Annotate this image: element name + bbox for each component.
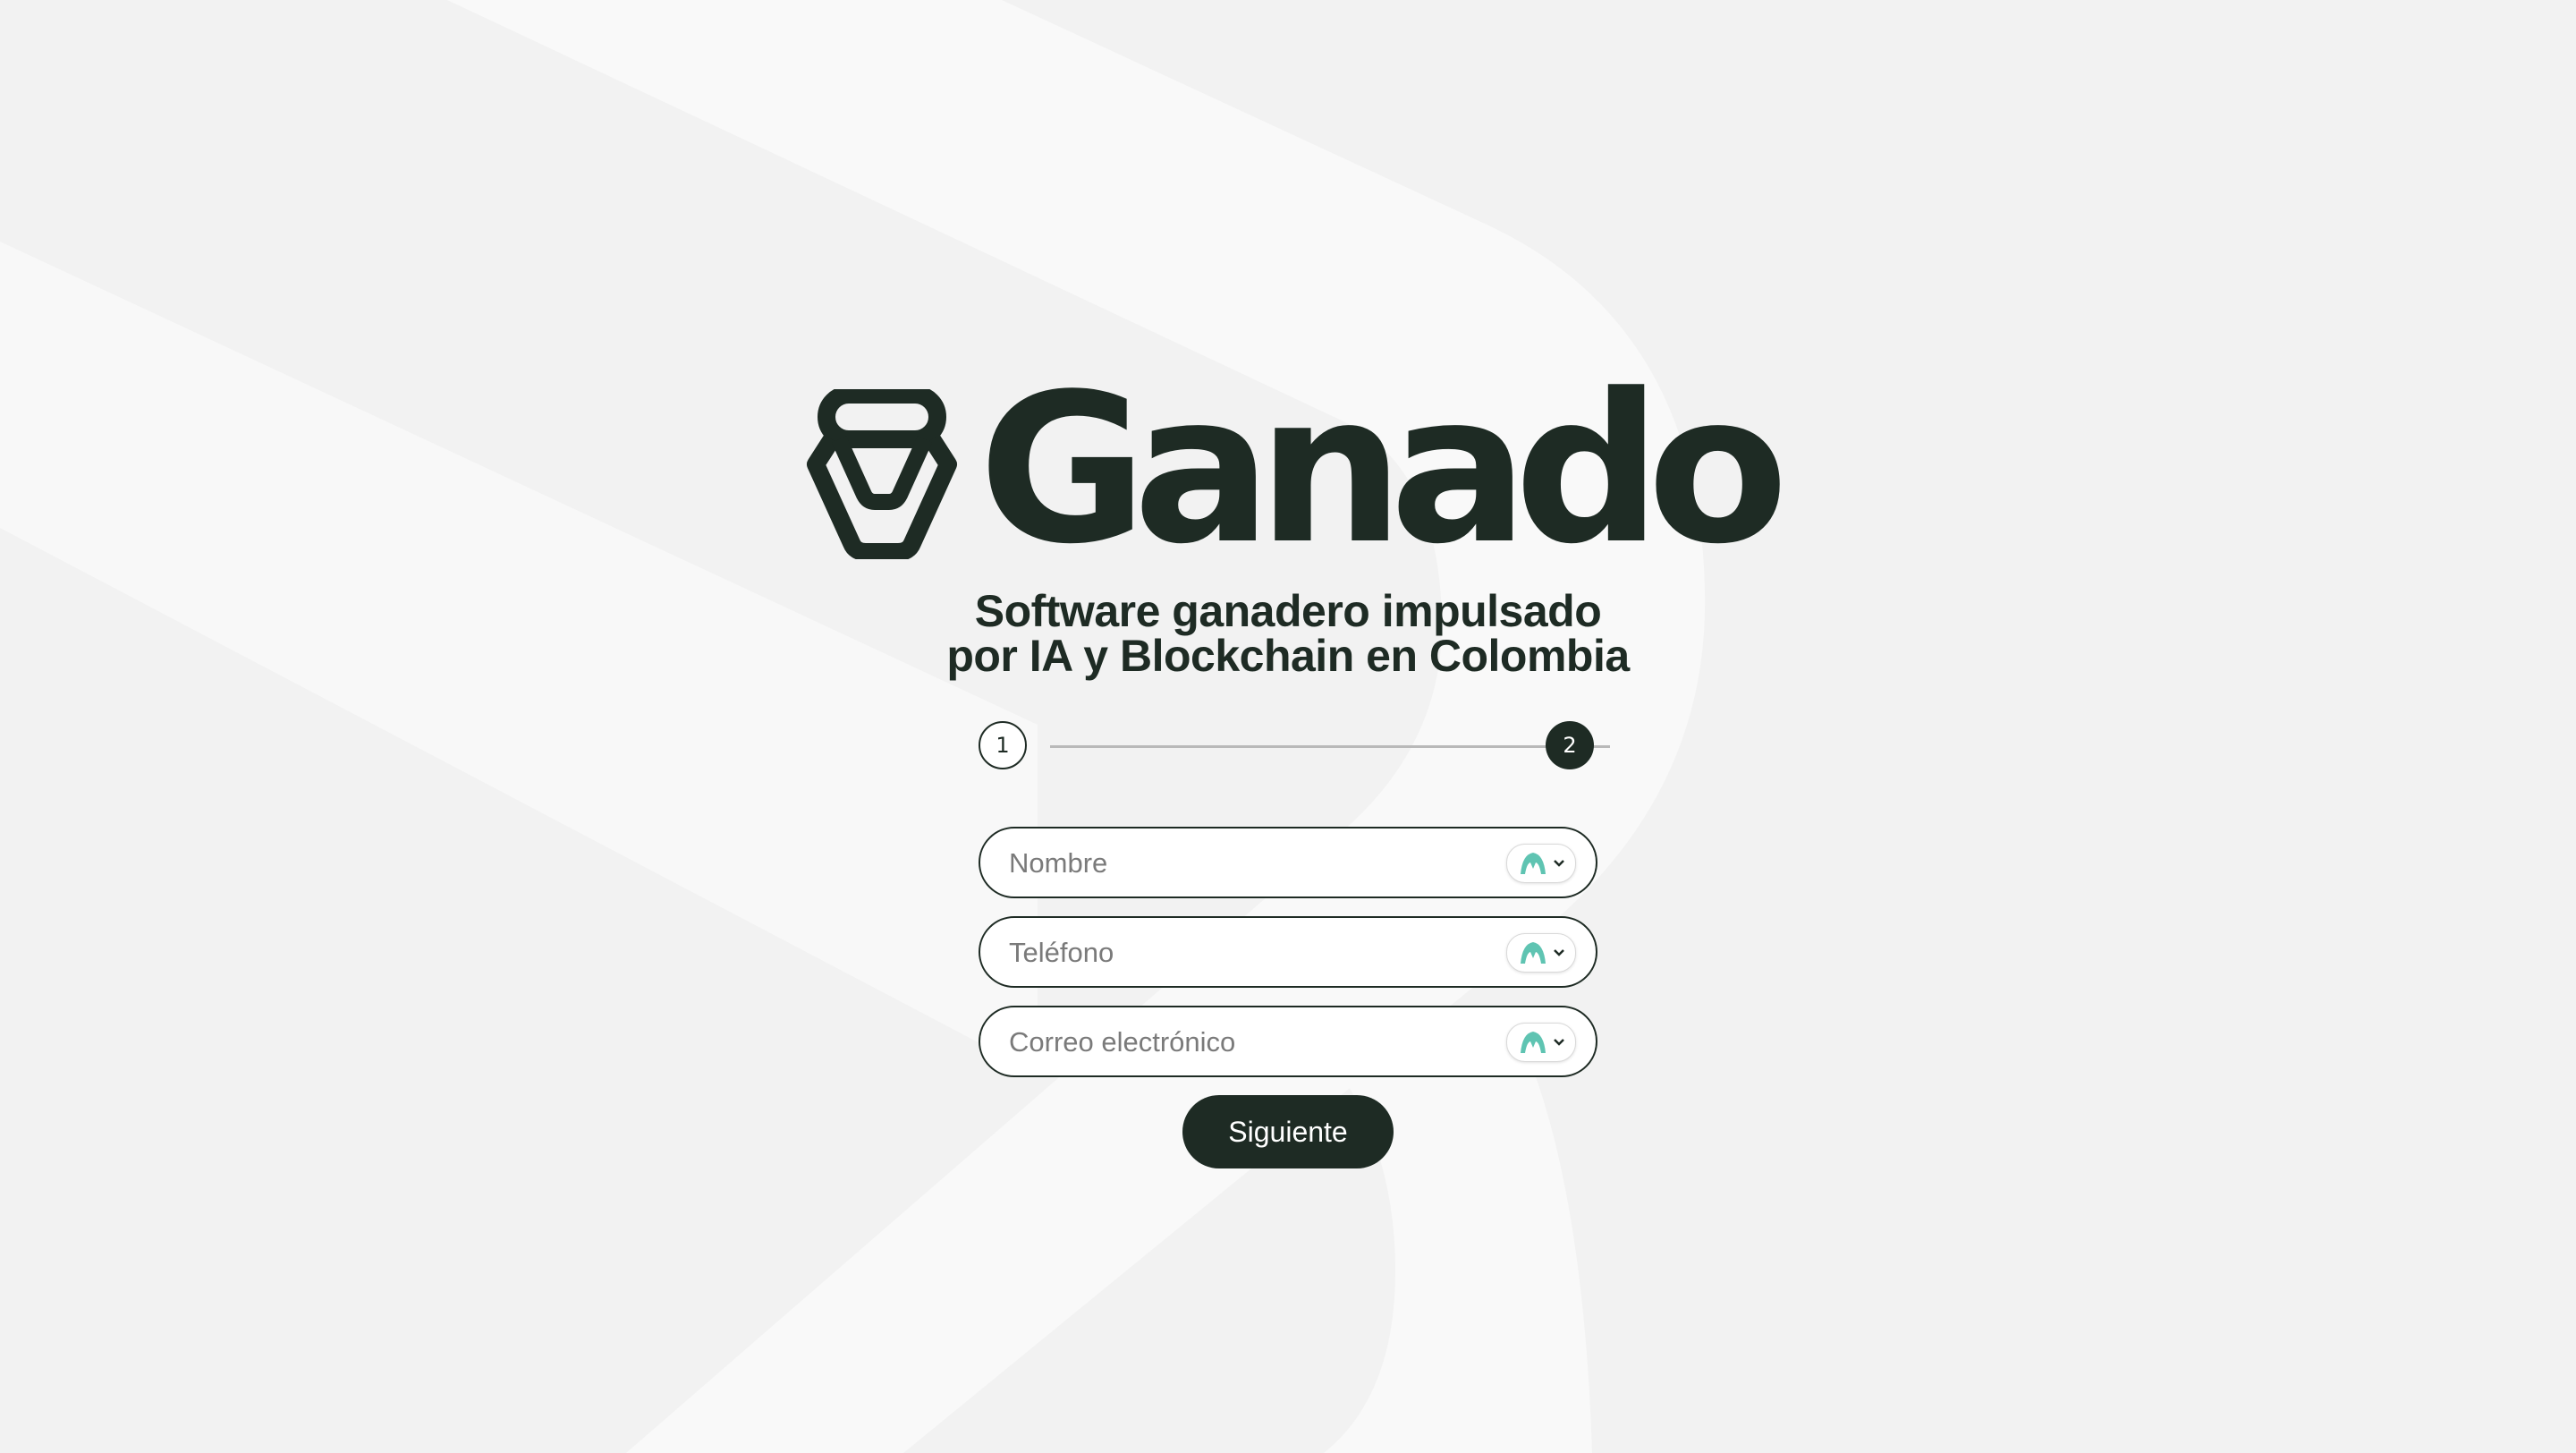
email-field — [979, 1006, 1597, 1077]
step-1-indicator: 1 — [979, 721, 1027, 769]
password-manager-icon — [1521, 1032, 1546, 1053]
brand-logo: Ganado — [805, 368, 1789, 574]
chevron-down-icon — [1554, 1039, 1564, 1046]
name-field — [979, 827, 1597, 898]
tagline: Software ganadero impulsado por IA y Blo… — [841, 589, 1735, 678]
step-connector-line — [1050, 745, 1610, 748]
bucket-logo-icon — [807, 389, 957, 559]
autofill-widget[interactable] — [1506, 933, 1576, 973]
tagline-line-2: por IA y Blockchain en Colombia — [946, 631, 1630, 681]
password-manager-icon — [1521, 853, 1546, 874]
name-input[interactable] — [1007, 828, 1494, 898]
phone-field — [979, 916, 1597, 988]
phone-input[interactable] — [1007, 918, 1494, 988]
chevron-down-icon — [1554, 860, 1564, 867]
autofill-widget[interactable] — [1506, 844, 1576, 883]
password-manager-icon — [1521, 942, 1546, 964]
next-button[interactable]: Siguiente — [1182, 1095, 1394, 1168]
autofill-widget[interactable] — [1506, 1023, 1576, 1062]
registration-form — [979, 827, 1597, 1095]
chevron-down-icon — [1554, 949, 1564, 956]
tagline-line-1: Software ganadero impulsado — [974, 586, 1602, 636]
brand-name: Ganado — [979, 351, 1789, 590]
email-input[interactable] — [1007, 1007, 1494, 1077]
step-2-indicator: 2 — [1546, 721, 1594, 769]
progress-stepper: 1 2 — [979, 721, 1610, 773]
